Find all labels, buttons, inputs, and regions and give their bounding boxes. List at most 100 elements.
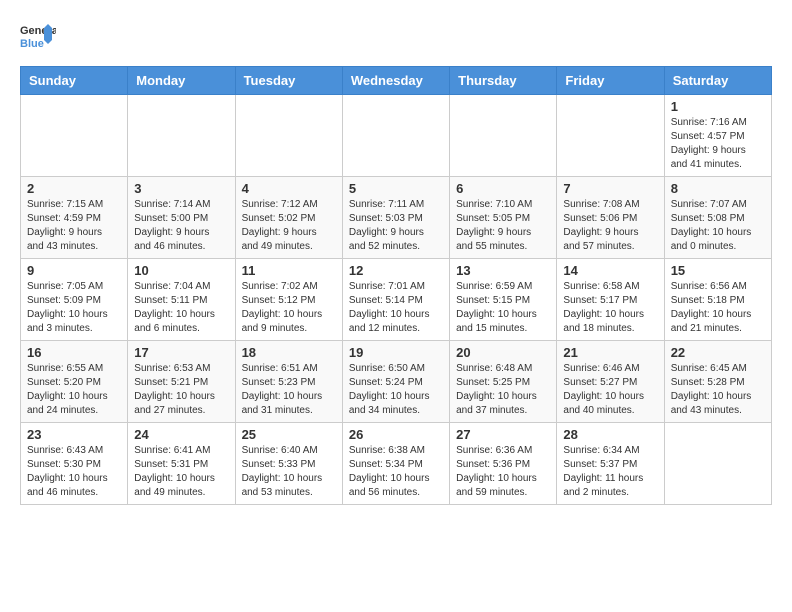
calendar-cell: 21 Sunrise: 6:46 AM Sunset: 5:27 PM Dayli… xyxy=(557,341,664,423)
svg-text:Blue: Blue xyxy=(20,38,44,50)
calendar-cell: 25 Sunrise: 6:40 AM Sunset: 5:33 PM Dayli… xyxy=(235,423,342,505)
calendar-cell: 17 Sunrise: 6:53 AM Sunset: 5:21 PM Dayli… xyxy=(128,341,235,423)
day-number: 22 xyxy=(671,345,765,360)
day-number: 13 xyxy=(456,263,550,278)
day-number: 12 xyxy=(349,263,443,278)
day-number: 15 xyxy=(671,263,765,278)
day-number: 11 xyxy=(242,263,336,278)
calendar-cell: 19 Sunrise: 6:50 AM Sunset: 5:24 PM Dayli… xyxy=(342,341,449,423)
day-number: 2 xyxy=(27,181,121,196)
day-number: 5 xyxy=(349,181,443,196)
day-number: 7 xyxy=(563,181,657,196)
calendar-cell xyxy=(557,95,664,177)
calendar-cell xyxy=(342,95,449,177)
day-number: 19 xyxy=(349,345,443,360)
calendar-cell: 10 Sunrise: 7:04 AM Sunset: 5:11 PM Dayli… xyxy=(128,259,235,341)
day-info: Sunrise: 7:16 AM Sunset: 4:57 PM Dayligh… xyxy=(671,116,765,172)
day-info: Sunrise: 6:45 AM Sunset: 5:28 PM Dayligh… xyxy=(671,362,765,418)
day-number: 3 xyxy=(134,181,228,196)
day-info: Sunrise: 6:58 AM Sunset: 5:17 PM Dayligh… xyxy=(563,280,657,336)
weekday-header-sunday: Sunday xyxy=(21,67,128,95)
day-info: Sunrise: 7:02 AM Sunset: 5:12 PM Dayligh… xyxy=(242,280,336,336)
calendar-week-3: 9 Sunrise: 7:05 AM Sunset: 5:09 PM Daylig… xyxy=(21,259,772,341)
calendar-cell: 14 Sunrise: 6:58 AM Sunset: 5:17 PM Dayli… xyxy=(557,259,664,341)
day-number: 6 xyxy=(456,181,550,196)
calendar-cell: 28Sunrise: 6:34 AM Sunset: 5:37 PM Dayli… xyxy=(557,423,664,505)
weekday-header-tuesday: Tuesday xyxy=(235,67,342,95)
calendar-cell xyxy=(21,95,128,177)
calendar-week-2: 2 Sunrise: 7:15 AM Sunset: 4:59 PM Daylig… xyxy=(21,177,772,259)
logo: General Blue xyxy=(20,20,56,56)
calendar-cell: 13 Sunrise: 6:59 AM Sunset: 5:15 PM Dayli… xyxy=(450,259,557,341)
calendar-cell: 12 Sunrise: 7:01 AM Sunset: 5:14 PM Dayli… xyxy=(342,259,449,341)
calendar-cell: 24Sunrise: 6:41 AM Sunset: 5:31 PM Dayli… xyxy=(128,423,235,505)
calendar-cell: 4Sunrise: 7:12 AM Sunset: 5:02 PM Daylig… xyxy=(235,177,342,259)
calendar-cell: 3 Sunrise: 7:14 AM Sunset: 5:00 PM Daylig… xyxy=(128,177,235,259)
day-info: Sunrise: 6:43 AM Sunset: 5:30 PM Dayligh… xyxy=(27,444,121,500)
day-info: Sunrise: 7:01 AM Sunset: 5:14 PM Dayligh… xyxy=(349,280,443,336)
day-info: Sunrise: 6:55 AM Sunset: 5:20 PM Dayligh… xyxy=(27,362,121,418)
day-info: Sunrise: 6:48 AM Sunset: 5:25 PM Dayligh… xyxy=(456,362,550,418)
day-info: Sunrise: 7:07 AM Sunset: 5:08 PM Dayligh… xyxy=(671,198,765,254)
day-number: 17 xyxy=(134,345,228,360)
day-number: 28 xyxy=(563,427,657,442)
calendar-cell: 15 Sunrise: 6:56 AM Sunset: 5:18 PM Dayli… xyxy=(664,259,771,341)
day-info: Sunrise: 6:50 AM Sunset: 5:24 PM Dayligh… xyxy=(349,362,443,418)
calendar-cell: 22 Sunrise: 6:45 AM Sunset: 5:28 PM Dayli… xyxy=(664,341,771,423)
day-info: Sunrise: 6:53 AM Sunset: 5:21 PM Dayligh… xyxy=(134,362,228,418)
day-number: 10 xyxy=(134,263,228,278)
day-info: Sunrise: 7:15 AM Sunset: 4:59 PM Dayligh… xyxy=(27,198,121,254)
calendar-cell: 23 Sunrise: 6:43 AM Sunset: 5:30 PM Dayli… xyxy=(21,423,128,505)
calendar-cell: 16 Sunrise: 6:55 AM Sunset: 5:20 PM Dayli… xyxy=(21,341,128,423)
day-info: Sunrise: 6:46 AM Sunset: 5:27 PM Dayligh… xyxy=(563,362,657,418)
calendar-cell: 1 Sunrise: 7:16 AM Sunset: 4:57 PM Daylig… xyxy=(664,95,771,177)
page-header: General Blue xyxy=(20,20,772,56)
logo-bird-icon: General Blue xyxy=(20,20,56,56)
calendar-cell: 6Sunrise: 7:10 AM Sunset: 5:05 PM Daylig… xyxy=(450,177,557,259)
day-number: 24 xyxy=(134,427,228,442)
weekday-header-monday: Monday xyxy=(128,67,235,95)
day-info: Sunrise: 6:40 AM Sunset: 5:33 PM Dayligh… xyxy=(242,444,336,500)
calendar-cell: 27Sunrise: 6:36 AM Sunset: 5:36 PM Dayli… xyxy=(450,423,557,505)
weekday-header-friday: Friday xyxy=(557,67,664,95)
calendar-cell: 8 Sunrise: 7:07 AM Sunset: 5:08 PM Daylig… xyxy=(664,177,771,259)
day-number: 9 xyxy=(27,263,121,278)
day-info: Sunrise: 7:05 AM Sunset: 5:09 PM Dayligh… xyxy=(27,280,121,336)
calendar-week-4: 16 Sunrise: 6:55 AM Sunset: 5:20 PM Dayli… xyxy=(21,341,772,423)
day-number: 25 xyxy=(242,427,336,442)
calendar-cell xyxy=(664,423,771,505)
day-number: 26 xyxy=(349,427,443,442)
day-number: 4 xyxy=(242,181,336,196)
day-number: 14 xyxy=(563,263,657,278)
day-info: Sunrise: 7:14 AM Sunset: 5:00 PM Dayligh… xyxy=(134,198,228,254)
calendar-cell: 7 Sunrise: 7:08 AM Sunset: 5:06 PM Daylig… xyxy=(557,177,664,259)
day-number: 23 xyxy=(27,427,121,442)
day-info: Sunrise: 7:04 AM Sunset: 5:11 PM Dayligh… xyxy=(134,280,228,336)
calendar-cell: 18Sunrise: 6:51 AM Sunset: 5:23 PM Dayli… xyxy=(235,341,342,423)
day-info: Sunrise: 6:56 AM Sunset: 5:18 PM Dayligh… xyxy=(671,280,765,336)
day-info: Sunrise: 7:08 AM Sunset: 5:06 PM Dayligh… xyxy=(563,198,657,254)
calendar-cell xyxy=(128,95,235,177)
calendar-cell: 20Sunrise: 6:48 AM Sunset: 5:25 PM Dayli… xyxy=(450,341,557,423)
calendar-cell: 11 Sunrise: 7:02 AM Sunset: 5:12 PM Dayli… xyxy=(235,259,342,341)
weekday-header-row: SundayMondayTuesdayWednesdayThursdayFrid… xyxy=(21,67,772,95)
calendar-week-5: 23 Sunrise: 6:43 AM Sunset: 5:30 PM Dayli… xyxy=(21,423,772,505)
day-info: Sunrise: 6:51 AM Sunset: 5:23 PM Dayligh… xyxy=(242,362,336,418)
weekday-header-saturday: Saturday xyxy=(664,67,771,95)
calendar-week-1: 1 Sunrise: 7:16 AM Sunset: 4:57 PM Daylig… xyxy=(21,95,772,177)
day-info: Sunrise: 7:11 AM Sunset: 5:03 PM Dayligh… xyxy=(349,198,443,254)
calendar-cell: 5 Sunrise: 7:11 AM Sunset: 5:03 PM Daylig… xyxy=(342,177,449,259)
day-info: Sunrise: 6:38 AM Sunset: 5:34 PM Dayligh… xyxy=(349,444,443,500)
day-number: 21 xyxy=(563,345,657,360)
day-info: Sunrise: 6:59 AM Sunset: 5:15 PM Dayligh… xyxy=(456,280,550,336)
calendar-cell: 2 Sunrise: 7:15 AM Sunset: 4:59 PM Daylig… xyxy=(21,177,128,259)
day-number: 1 xyxy=(671,99,765,114)
logo-container: General Blue xyxy=(20,20,56,56)
day-number: 16 xyxy=(27,345,121,360)
calendar-cell: 9 Sunrise: 7:05 AM Sunset: 5:09 PM Daylig… xyxy=(21,259,128,341)
day-number: 8 xyxy=(671,181,765,196)
calendar-table: SundayMondayTuesdayWednesdayThursdayFrid… xyxy=(20,66,772,505)
day-info: Sunrise: 6:36 AM Sunset: 5:36 PM Dayligh… xyxy=(456,444,550,500)
weekday-header-wednesday: Wednesday xyxy=(342,67,449,95)
calendar-cell xyxy=(235,95,342,177)
